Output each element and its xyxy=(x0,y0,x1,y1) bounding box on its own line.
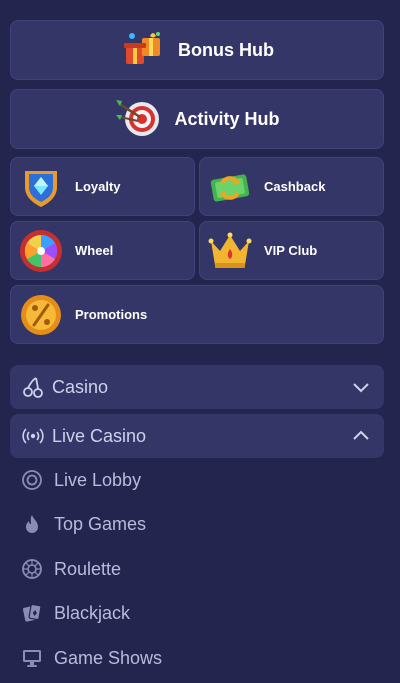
roulette-label: Roulette xyxy=(54,558,122,579)
cash-refresh-icon xyxy=(206,163,254,211)
lobby-circle-icon xyxy=(20,468,44,492)
flame-icon xyxy=(20,512,44,536)
live-lobby-item[interactable]: Live Lobby xyxy=(20,462,380,498)
top-games-label: Top Games xyxy=(54,513,147,534)
vip-club-tile[interactable]: VIP Club xyxy=(199,221,384,280)
activity-hub-label: Activity Hub xyxy=(174,108,280,129)
live-casino-accordion[interactable]: Live Casino xyxy=(10,414,384,458)
dart-target-icon xyxy=(114,95,162,144)
broadcast-icon xyxy=(22,425,44,447)
live-lobby-label: Live Lobby xyxy=(54,469,142,490)
casino-accordion[interactable]: Casino xyxy=(10,365,384,409)
prize-wheel-icon xyxy=(17,227,65,275)
wheel-tile[interactable]: Wheel xyxy=(10,221,195,280)
vip-club-label: VIP Club xyxy=(264,243,318,258)
chevron-down-icon xyxy=(350,376,372,398)
cashback-label: Cashback xyxy=(264,179,326,194)
roulette-item[interactable]: Roulette xyxy=(20,551,380,587)
top-games-item[interactable]: Top Games xyxy=(20,506,380,542)
casino-label: Casino xyxy=(52,376,109,397)
shield-gem-icon xyxy=(17,163,65,211)
monitor-icon xyxy=(20,646,44,670)
cashback-tile[interactable]: Cashback xyxy=(199,157,384,216)
cherries-icon xyxy=(22,376,44,398)
promotions-label: Promotions xyxy=(75,307,148,322)
game-shows-item[interactable]: Game Shows xyxy=(20,640,380,676)
blackjack-item[interactable]: Blackjack xyxy=(20,595,380,631)
promotions-tile[interactable]: Promotions xyxy=(10,285,384,344)
loyalty-label: Loyalty xyxy=(75,179,121,194)
live-casino-label: Live Casino xyxy=(52,425,147,446)
activity-hub-button[interactable]: Activity Hub xyxy=(10,89,384,149)
cards-icon xyxy=(20,601,44,625)
blackjack-label: Blackjack xyxy=(54,602,131,623)
wheel-label: Wheel xyxy=(75,243,114,258)
chevron-up-icon xyxy=(350,425,372,447)
loyalty-tile[interactable]: Loyalty xyxy=(10,157,195,216)
bonus-hub-label: Bonus Hub xyxy=(178,39,274,60)
percent-coin-icon xyxy=(17,291,65,339)
gift-boxes-icon xyxy=(120,28,166,73)
bonus-hub-button[interactable]: Bonus Hub xyxy=(10,20,384,80)
roulette-icon xyxy=(20,557,44,581)
crown-icon xyxy=(206,227,254,275)
game-shows-label: Game Shows xyxy=(54,647,163,668)
